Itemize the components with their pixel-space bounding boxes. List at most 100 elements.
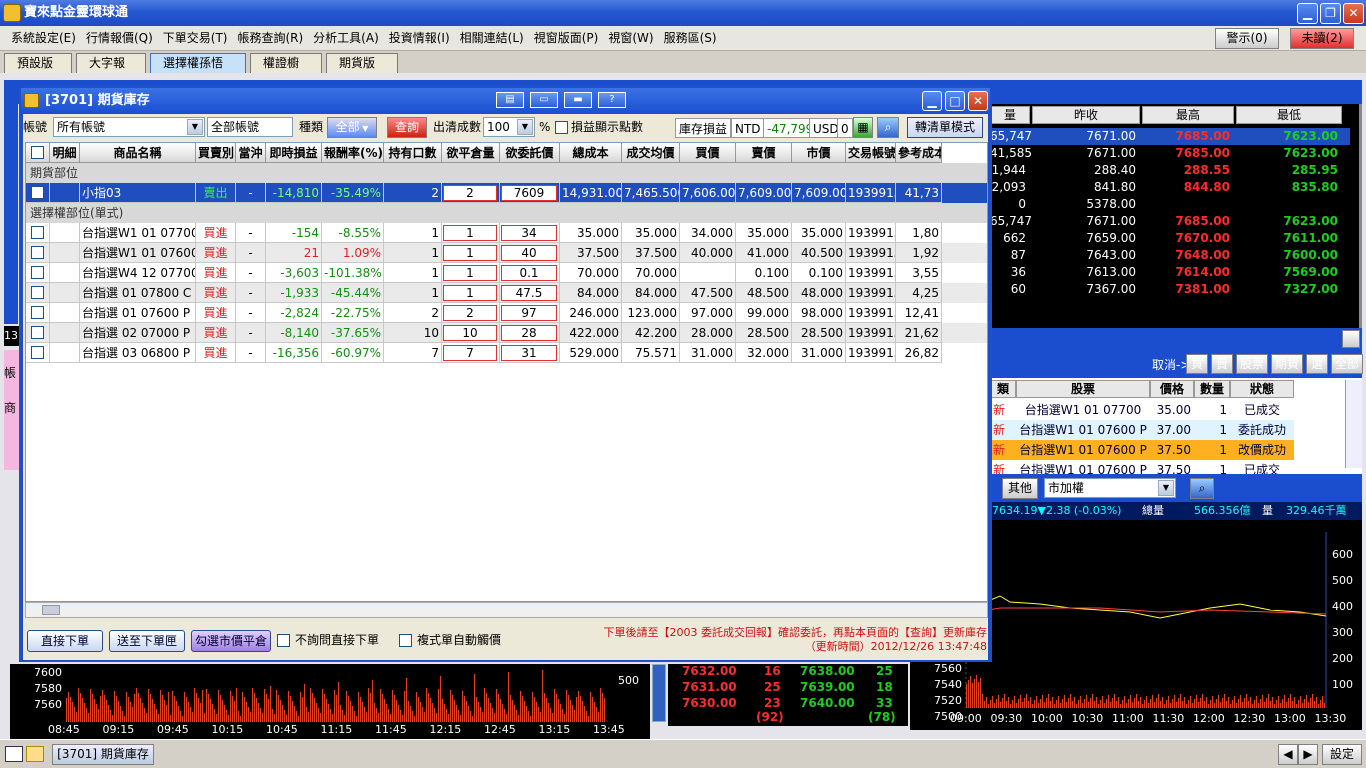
column-header[interactable]: 欲平倉量: [442, 143, 500, 163]
order-price-input[interactable]: 34: [501, 225, 557, 241]
clear-ratio-select[interactable]: 100 ▼: [483, 117, 535, 137]
quote-row[interactable]: 65,747 7671.00 7685.00 7623.00: [990, 213, 1350, 230]
other-tab[interactable]: 其他: [1002, 478, 1038, 499]
order-price-input[interactable]: 28: [501, 325, 557, 341]
account-desc-field[interactable]: 全部帳號: [207, 117, 293, 137]
order-price-input[interactable]: 40: [501, 245, 557, 261]
quote-row[interactable]: 65,747 7671.00 7685.00 7623.00: [990, 128, 1350, 145]
close-qty[interactable]: 7: [442, 343, 500, 363]
row-checkbox[interactable]: [31, 226, 44, 239]
order-price[interactable]: 31: [500, 343, 560, 363]
menu-item-9[interactable]: 服務區(S): [659, 26, 722, 51]
menu-item-3[interactable]: 帳務查詢(R): [232, 26, 308, 51]
window-maximize-button[interactable]: □: [945, 91, 965, 111]
row-checkbox[interactable]: [31, 246, 44, 259]
row-checkbox[interactable]: [31, 286, 44, 299]
close-qty[interactable]: 10: [442, 323, 500, 343]
panel-minimize-button[interactable]: [1342, 330, 1360, 348]
scroll-left-icon[interactable]: ◀: [1278, 744, 1298, 765]
order-filter-3[interactable]: 期貨: [1271, 354, 1303, 374]
row-checkbox-cell[interactable]: [26, 323, 50, 343]
auto-fill-checkbox[interactable]: [399, 634, 412, 647]
order-price[interactable]: 0.1: [500, 263, 560, 283]
send-to-orderbox-button[interactable]: 送至下單匣: [109, 630, 185, 652]
position-row[interactable]: 台指選 01 07800 C 買進 - -1,933 -45.44% 1 1 47.5 84.0…: [26, 283, 987, 303]
select-market-close-button[interactable]: 勾選市價平倉: [191, 630, 271, 652]
position-row[interactable]: 小指03賣出--14,810-35.49%22760914,931.0007,4…: [26, 183, 987, 203]
order-filter-5[interactable]: 全部: [1331, 354, 1363, 374]
column-header[interactable]: 成交均價: [622, 143, 680, 163]
menu-item-1[interactable]: 行情報價(Q): [81, 26, 158, 51]
position-row[interactable]: 台指選W4 12 07700 C買進--3,603-101.38%110.170…: [26, 263, 987, 283]
position-row[interactable]: 台指選 01 07600 P 買進 - -2,824 -22.75% 2 2 97 246.00…: [26, 303, 987, 323]
quote-row[interactable]: 2,093 841.80 844.80 835.80: [990, 179, 1350, 196]
order-price[interactable]: 7609: [500, 183, 560, 203]
warning-button[interactable]: 警示(0): [1215, 28, 1279, 49]
column-header[interactable]: 買賣別: [196, 143, 236, 163]
column-header[interactable]: 欲委託價: [500, 143, 560, 163]
menu-item-6[interactable]: 相關連結(L): [455, 26, 529, 51]
close-qty-input[interactable]: 1: [443, 285, 497, 301]
order-price[interactable]: 97: [500, 303, 560, 323]
position-row[interactable]: 台指選 02 07000 P 買進 - -8,140 -37.65% 10 10 28 422.…: [26, 323, 987, 343]
window-list-icon[interactable]: [5, 746, 23, 762]
menu-item-4[interactable]: 分析工具(A): [308, 26, 384, 51]
search-icon[interactable]: ⌕: [1190, 478, 1214, 499]
row-checkbox-cell[interactable]: [26, 263, 50, 283]
row-checkbox-cell[interactable]: [26, 223, 50, 243]
order-row[interactable]: 新 台指選W1 01 07600 P 37.50 1 已成交: [990, 460, 1294, 474]
tab-option-wukong[interactable]: 選擇權孫悟空: [150, 53, 246, 88]
column-header[interactable]: 賣價: [736, 143, 792, 163]
order-filter-0[interactable]: 買: [1186, 354, 1208, 374]
close-qty-input[interactable]: 1: [443, 265, 497, 281]
quote-row[interactable]: 36 7613.00 7614.00 7569.00: [990, 264, 1350, 281]
row-checkbox[interactable]: [31, 306, 44, 319]
restore-button[interactable]: ❐: [1320, 3, 1341, 24]
select-all-checkbox[interactable]: [31, 146, 44, 159]
close-qty-input[interactable]: 2: [443, 305, 497, 321]
order-price-input[interactable]: 7609: [501, 185, 557, 201]
order-price[interactable]: 34: [500, 223, 560, 243]
column-header[interactable]: 參考成本: [896, 143, 942, 163]
quote-row[interactable]: 60 7367.00 7381.00 7327.00: [990, 281, 1350, 298]
minimize-button[interactable]: ▁: [1297, 3, 1318, 24]
column-header[interactable]: 明細: [50, 143, 80, 163]
horizontal-scrollbar[interactable]: [25, 602, 988, 618]
no-ask-checkbox[interactable]: [277, 634, 290, 647]
close-qty[interactable]: 1: [442, 283, 500, 303]
column-header[interactable]: 當沖: [236, 143, 266, 163]
close-qty-input[interactable]: 1: [443, 245, 497, 261]
show-points-checkbox[interactable]: [555, 121, 568, 134]
order-row[interactable]: 新台指選W1 01 07600 P 37.00 1 委託成功: [990, 420, 1294, 440]
window-minimize-button[interactable]: ▁: [922, 91, 942, 111]
link-icon[interactable]: ▬: [564, 92, 592, 108]
column-header[interactable]: 買價: [680, 143, 736, 163]
position-row[interactable]: 台指選 03 06800 P 買進 - -16,356 -60.97% 7 7 31 529.0…: [26, 343, 987, 363]
menu-item-8[interactable]: 視窗(W): [603, 26, 658, 51]
excel-icon[interactable]: ▦: [853, 117, 873, 138]
index-select[interactable]: 市加權 ▼: [1044, 478, 1176, 498]
quote-row[interactable]: 87 7643.00 7648.00 7600.00: [990, 247, 1350, 264]
kind-select[interactable]: 全部 ▼: [327, 117, 377, 138]
direct-order-button[interactable]: 直接下單: [27, 630, 103, 652]
close-qty-input[interactable]: 2: [443, 185, 497, 201]
position-row[interactable]: 台指選W1 01 07700 C買進--154-8.55%113435.0003…: [26, 223, 987, 243]
quote-row[interactable]: 0 5378.00: [990, 196, 1350, 213]
close-qty[interactable]: 1: [442, 263, 500, 283]
menu-item-5[interactable]: 投資情報(I): [384, 26, 455, 51]
close-qty[interactable]: 2: [442, 303, 500, 323]
tab-warrant-window[interactable]: 權證櫥窗: [250, 53, 322, 88]
window-icon[interactable]: ▭: [530, 92, 558, 108]
quote-row[interactable]: 1,944 288.40 288.55 285.95: [990, 162, 1350, 179]
order-price[interactable]: 28: [500, 323, 560, 343]
column-header[interactable]: 市價: [792, 143, 846, 163]
scroll-thumb[interactable]: [42, 605, 60, 615]
order-price-input[interactable]: 47.5: [501, 285, 557, 301]
scroll-right-icon[interactable]: ▶: [1298, 744, 1318, 765]
order-price-input[interactable]: 0.1: [501, 265, 557, 281]
search-icon[interactable]: ⌕: [877, 117, 899, 138]
row-checkbox-cell[interactable]: [26, 303, 50, 323]
order-scrollbar[interactable]: [1345, 380, 1362, 468]
row-checkbox-cell[interactable]: [26, 243, 50, 263]
menu-item-2[interactable]: 下單交易(T): [158, 26, 233, 51]
